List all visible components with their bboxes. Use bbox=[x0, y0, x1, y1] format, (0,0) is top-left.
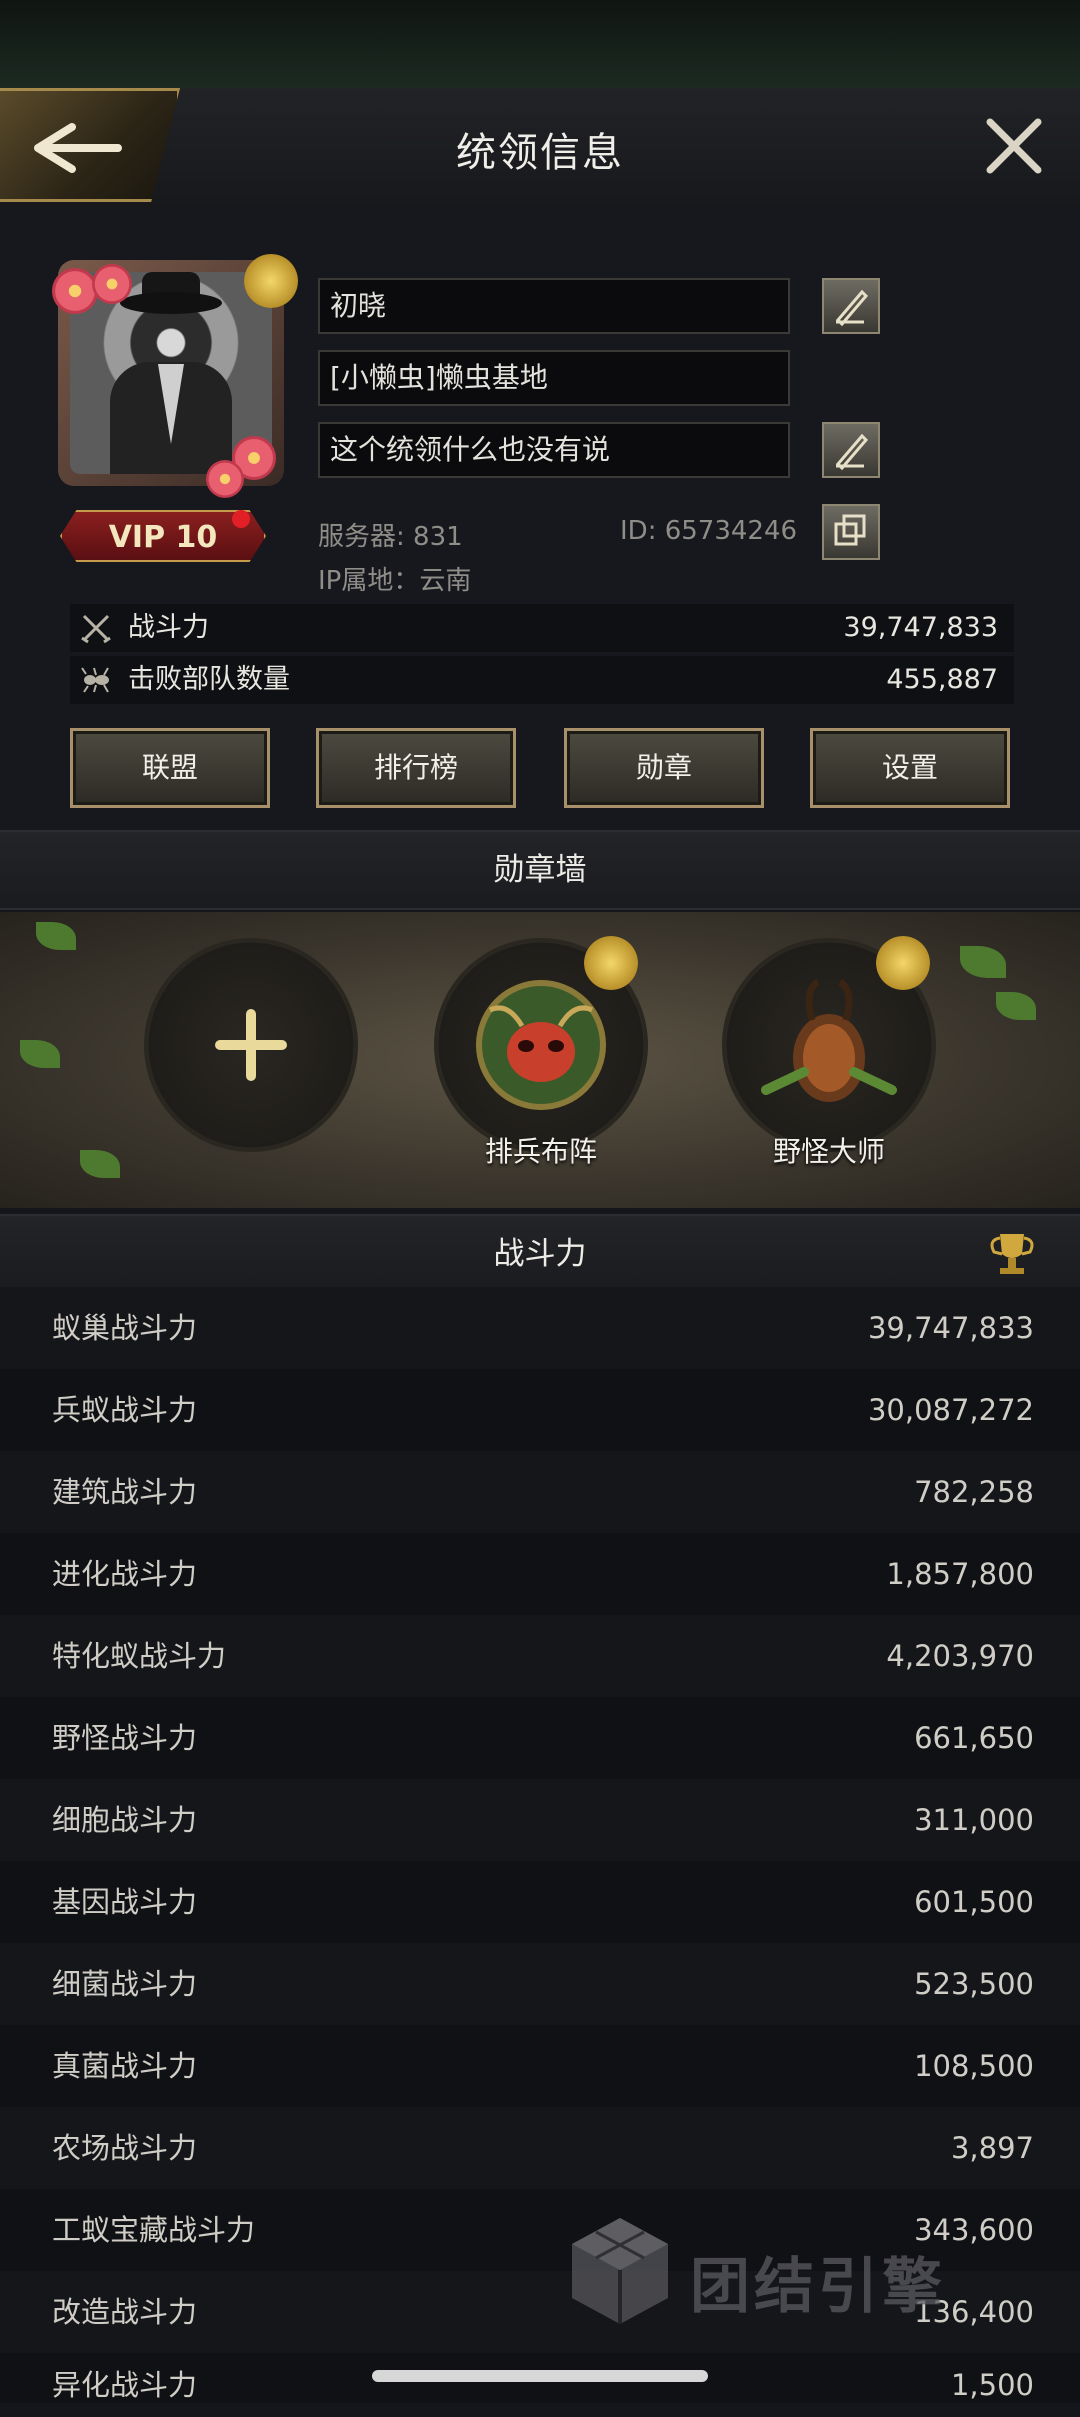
power-row-name: 细菌战斗力 bbox=[52, 1967, 198, 2001]
pencil-icon bbox=[835, 433, 869, 471]
power-row-value: 39,747,833 bbox=[867, 1311, 1034, 1345]
player-name-field: 初晓 bbox=[318, 278, 790, 334]
flower-decoration bbox=[206, 460, 244, 498]
power-row-value: 311,000 bbox=[914, 1803, 1034, 1837]
power-stat-row: 战斗力 39,747,833 bbox=[70, 604, 1014, 652]
top-background-strip bbox=[0, 0, 1080, 88]
power-row-name: 真菌战斗力 bbox=[52, 2049, 198, 2083]
medal-label: 野怪大师 bbox=[772, 1135, 885, 1168]
ant-icon bbox=[81, 667, 109, 693]
power-row-value: 601,500 bbox=[914, 1885, 1034, 1919]
vine-leaf-decoration bbox=[996, 992, 1036, 1020]
copy-icon bbox=[834, 514, 866, 546]
power-row-name: 基因战斗力 bbox=[52, 1885, 198, 1919]
flower-decoration bbox=[92, 264, 132, 304]
power-row-name: 细胞战斗力 bbox=[52, 1803, 198, 1837]
home-indicator[interactable] bbox=[372, 2370, 708, 2382]
power-row: 细菌战斗力 523,500 bbox=[0, 1943, 1080, 2025]
signature-field: 这个统领什么也没有说 bbox=[318, 422, 790, 478]
watermark-text: 团结引擎 bbox=[690, 2252, 946, 2322]
alliance-name-field: [小懒虫]懒虫基地 bbox=[318, 350, 790, 406]
power-row: 细胞战斗力 311,000 bbox=[0, 1779, 1080, 1861]
vine-leaf-decoration bbox=[36, 922, 76, 950]
medal-wall: 排兵布阵 野怪大师 bbox=[0, 912, 1080, 1208]
power-section-header: 战斗力 bbox=[0, 1214, 1080, 1294]
power-row-value: 30,087,272 bbox=[867, 1393, 1034, 1427]
power-row-value: 1,857,800 bbox=[886, 1557, 1034, 1591]
plus-icon bbox=[215, 1009, 287, 1081]
header-bar: 统领信息 bbox=[0, 88, 1080, 212]
swap-medal-icon[interactable] bbox=[584, 936, 638, 990]
power-row-value: 523,500 bbox=[914, 1967, 1034, 2001]
stat-value: 455,887 bbox=[886, 664, 998, 695]
power-row: 农场战斗力 3,897 bbox=[0, 2107, 1080, 2189]
power-row-name: 建筑战斗力 bbox=[52, 1475, 198, 1509]
medal-label: 排兵布阵 bbox=[484, 1135, 597, 1168]
flower-decoration bbox=[52, 268, 98, 314]
power-row: 野怪战斗力 661,650 bbox=[0, 1697, 1080, 1779]
vine-leaf-decoration bbox=[20, 1040, 60, 1068]
stat-value: 39,747,833 bbox=[843, 612, 998, 643]
change-avatar-icon[interactable] bbox=[244, 254, 298, 308]
power-row-name: 进化战斗力 bbox=[52, 1557, 198, 1591]
page-title: 统领信息 bbox=[456, 130, 624, 176]
power-row-name: 工蚁宝藏战斗力 bbox=[52, 2213, 256, 2247]
power-row-name: 兵蚁战斗力 bbox=[52, 1393, 198, 1427]
server-label: 服务器: 831 bbox=[318, 522, 463, 552]
settings-button[interactable]: 设置 bbox=[810, 728, 1010, 808]
power-row-value: 782,258 bbox=[914, 1475, 1034, 1509]
player-id-label: ID: 65734246 bbox=[620, 516, 798, 546]
power-row-value: 108,500 bbox=[914, 2049, 1034, 2083]
defeated-troops-stat-row: 击败部队数量 455,887 bbox=[70, 656, 1014, 704]
edit-name-button[interactable] bbox=[822, 278, 880, 334]
stat-label: 击败部队数量 bbox=[128, 664, 290, 695]
notification-dot bbox=[232, 510, 250, 528]
power-row-name: 异化战斗力 bbox=[52, 2368, 198, 2402]
power-row-name: 野怪战斗力 bbox=[52, 1721, 198, 1755]
profile-panel: VIP 10 初晓 [小懒虫]懒虫基地 这个统领什么也没有说 服务器: 831 … bbox=[0, 210, 1080, 830]
alliance-button[interactable]: 联盟 bbox=[70, 728, 270, 808]
power-row: 特化蚁战斗力 4,203,970 bbox=[0, 1615, 1080, 1697]
medal-button[interactable]: 勋章 bbox=[564, 728, 764, 808]
power-row-name: 农场战斗力 bbox=[52, 2131, 198, 2165]
crossed-swords-icon bbox=[81, 614, 111, 644]
power-row: 蚁巢战斗力 39,747,833 bbox=[0, 1287, 1080, 1369]
power-row-value: 661,650 bbox=[914, 1721, 1034, 1755]
stat-label: 战斗力 bbox=[128, 612, 209, 643]
vine-leaf-decoration bbox=[960, 946, 1006, 978]
power-row-value: 4,203,970 bbox=[886, 1639, 1034, 1673]
medal-wall-header: 勋章墙 bbox=[0, 830, 1080, 910]
power-row: 基因战斗力 601,500 bbox=[0, 1861, 1080, 1943]
power-section-title: 战斗力 bbox=[493, 1236, 587, 1272]
add-medal-slot[interactable] bbox=[148, 942, 354, 1148]
power-row-name: 蚁巢战斗力 bbox=[52, 1311, 198, 1345]
ip-location-label: IP属地：云南 bbox=[318, 566, 472, 596]
close-icon[interactable] bbox=[982, 114, 1046, 178]
copy-id-button[interactable] bbox=[822, 504, 880, 560]
edit-signature-button[interactable] bbox=[822, 422, 880, 478]
power-row-value: 3,897 bbox=[950, 2131, 1034, 2165]
vine-leaf-decoration bbox=[80, 1150, 120, 1178]
trophy-icon[interactable] bbox=[984, 1228, 1040, 1280]
power-row: 真菌战斗力 108,500 bbox=[0, 2025, 1080, 2107]
power-row-value: 1,500 bbox=[950, 2368, 1034, 2402]
power-row-name: 特化蚁战斗力 bbox=[52, 1639, 227, 1673]
watermark: 团结引擎 bbox=[560, 2210, 980, 2330]
swap-medal-icon[interactable] bbox=[876, 936, 930, 990]
ranking-button[interactable]: 排行榜 bbox=[316, 728, 516, 808]
cube-logo-icon bbox=[572, 2218, 668, 2324]
power-row-name: 改造战斗力 bbox=[52, 2295, 198, 2329]
power-row: 进化战斗力 1,857,800 bbox=[0, 1533, 1080, 1615]
power-row: 兵蚁战斗力 30,087,272 bbox=[0, 1369, 1080, 1451]
power-row: 建筑战斗力 782,258 bbox=[0, 1451, 1080, 1533]
pencil-icon bbox=[835, 289, 869, 327]
